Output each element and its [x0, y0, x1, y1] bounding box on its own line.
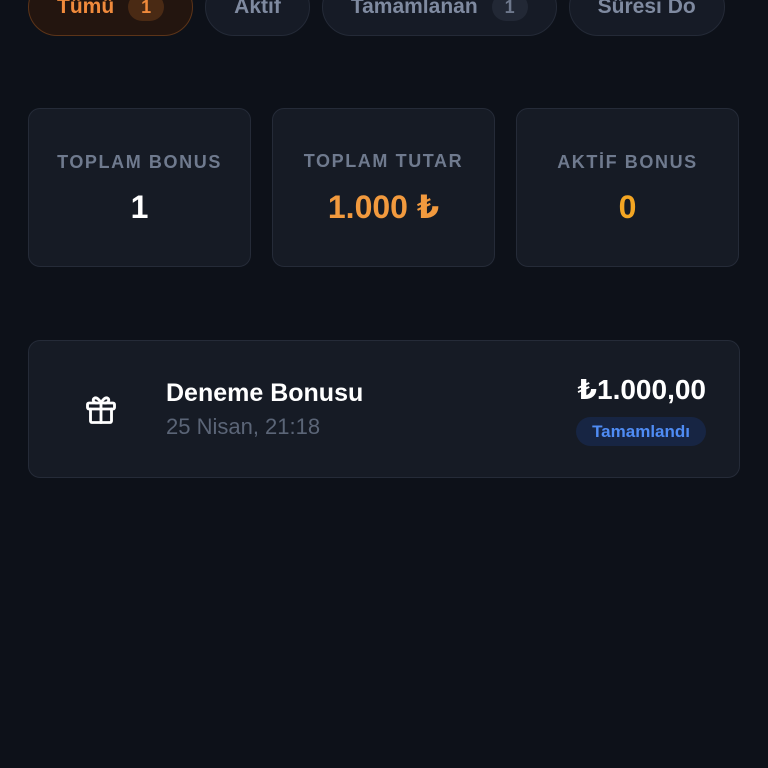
tab-active[interactable]: Aktif	[205, 0, 310, 36]
stat-value: 0	[618, 188, 637, 225]
stat-label: AKTİF BONUS	[557, 151, 698, 172]
bonus-page: Tümü 1 Aktif Tamamlanan 1 Süresi Do TOPL…	[0, 0, 768, 768]
stat-card-total-bonus: TOPLAM BONUS 1	[28, 108, 251, 267]
bonus-list-item[interactable]: Deneme Bonusu 25 Nisan, 21:18 ₺1.000,00 …	[28, 340, 740, 478]
tab-label: Tümü	[57, 0, 115, 18]
tab-label: Aktif	[234, 0, 281, 18]
stat-label: TOPLAM TUTAR	[303, 151, 464, 171]
stat-label: TOPLAM BONUS	[57, 151, 222, 172]
stat-card-total-amount: TOPLAM TUTAR 1.000 ₺	[272, 108, 495, 267]
tab-expired[interactable]: Süresi Do	[568, 0, 725, 36]
stat-card-active-bonus: AKTİF BONUS 0	[516, 108, 739, 267]
status-badge: Tamamlandı	[576, 417, 706, 446]
tab-completed[interactable]: Tamamlanan 1	[321, 0, 557, 36]
bonus-title: Deneme Bonusu	[166, 379, 364, 407]
tab-count-badge: 1	[491, 0, 528, 21]
stat-value: 1	[130, 188, 149, 225]
stat-value: 1.000 ₺	[327, 189, 440, 225]
bonus-amount: ₺1.000,00	[577, 374, 706, 405]
gift-icon	[86, 396, 116, 424]
tab-label: Süresi Do	[597, 0, 696, 18]
tab-label: Tamamlanan	[350, 0, 478, 18]
tab-all[interactable]: Tümü 1	[28, 0, 194, 36]
filter-tabs: Tümü 1 Aktif Tamamlanan 1 Süresi Do	[0, 0, 740, 40]
tab-count-badge: 1	[128, 0, 165, 21]
bonus-date: 25 Nisan, 21:18	[166, 414, 321, 439]
